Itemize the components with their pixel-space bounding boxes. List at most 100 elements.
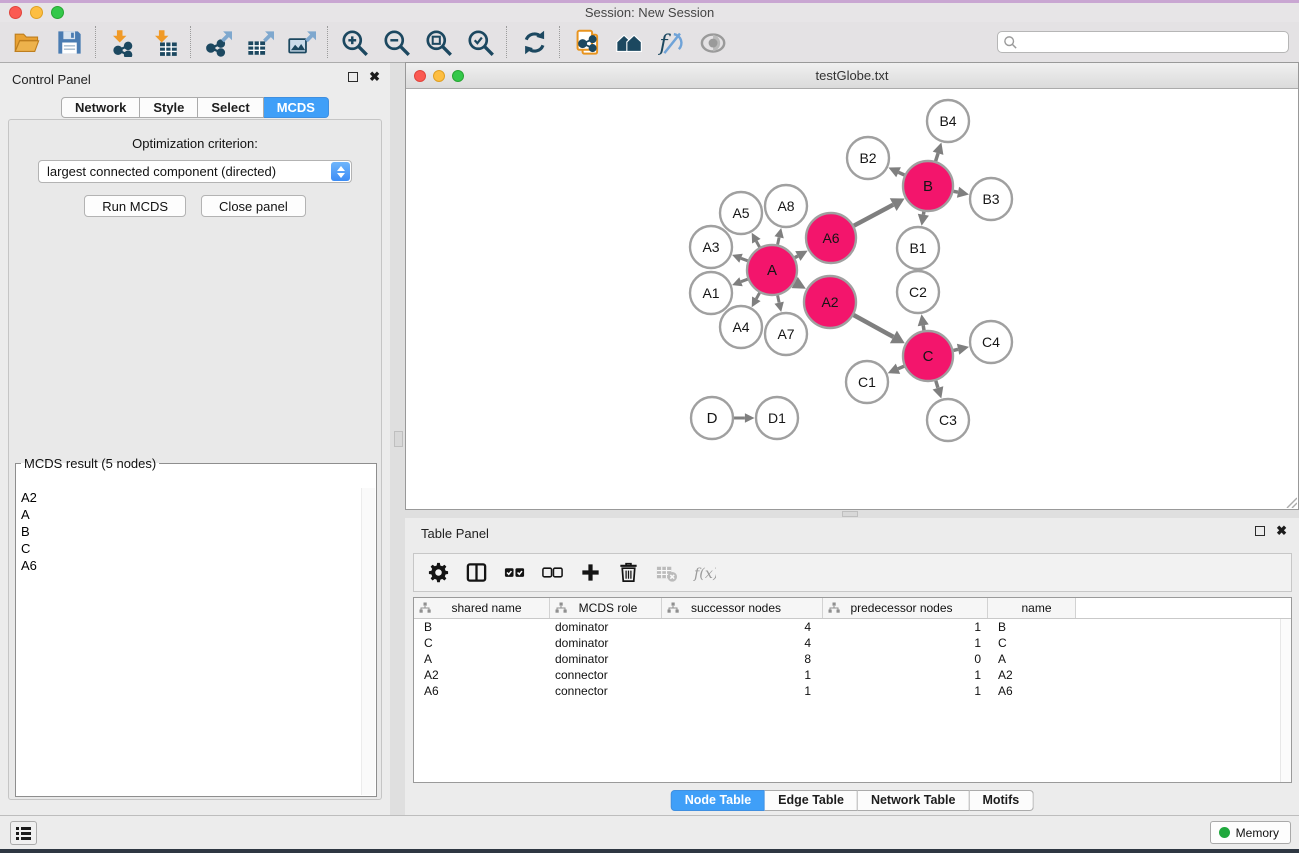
edge-B-B3[interactable] <box>954 191 959 192</box>
table-row[interactable]: Adominator80A <box>414 651 1291 667</box>
edge-A6-B[interactable] <box>854 205 893 226</box>
graph-node-A2[interactable]: A2 <box>804 276 856 328</box>
table-cell[interactable]: 0 <box>823 652 988 666</box>
graph-node-A[interactable]: A <box>747 245 797 295</box>
edge-C-C1[interactable] <box>898 366 904 369</box>
export-network-icon[interactable] <box>196 24 238 60</box>
edge-B-B1[interactable] <box>923 212 924 215</box>
graph-node-A4[interactable]: A4 <box>720 306 762 348</box>
table-row[interactable]: Bdominator41B <box>414 619 1291 635</box>
network-close-button[interactable] <box>414 70 426 82</box>
select-all-icon[interactable] <box>499 558 530 588</box>
zoom-selected-icon[interactable] <box>459 24 501 60</box>
graph-node-C4[interactable]: C4 <box>970 321 1012 363</box>
table-cell[interactable]: 1 <box>823 636 988 650</box>
zoom-in-icon[interactable] <box>333 24 375 60</box>
edge-A-A1[interactable] <box>741 279 748 282</box>
graph-node-B[interactable]: B <box>903 161 953 211</box>
graph-node-C3[interactable]: C3 <box>927 399 969 441</box>
delete-column-icon[interactable] <box>613 558 644 588</box>
table-cell[interactable]: A6 <box>414 684 550 698</box>
export-image-icon[interactable] <box>280 24 322 60</box>
edge-C-C3[interactable] <box>936 381 938 388</box>
tab-network-table[interactable]: Network Table <box>858 790 970 811</box>
table-cell[interactable]: 1 <box>823 620 988 634</box>
search-box[interactable] <box>997 31 1289 53</box>
search-input[interactable] <box>1022 35 1283 49</box>
deselect-all-icon[interactable] <box>537 558 568 588</box>
graphics-details-icon[interactable]: f <box>649 24 691 60</box>
close-panel-icon[interactable]: ✖ <box>369 72 380 82</box>
graph-node-B2[interactable]: B2 <box>847 137 889 179</box>
memory-button[interactable]: Memory <box>1210 821 1291 844</box>
table-row[interactable]: A6connector11A6 <box>414 683 1291 699</box>
table-cell[interactable]: connector <box>550 668 662 682</box>
graph-node-A8[interactable]: A8 <box>765 185 807 227</box>
zoom-window-button[interactable] <box>51 6 64 19</box>
table-cell[interactable]: B <box>414 620 550 634</box>
network-canvas[interactable]: AA1A2A3A4A5A6A7A8BB1B2B3B4CC1C2C3C4DD1 <box>407 90 1297 508</box>
table-cell[interactable]: A2 <box>988 668 1076 682</box>
mcds-result-item[interactable]: A2 <box>21 489 360 506</box>
network-zoom-button[interactable] <box>452 70 464 82</box>
mcds-result-item[interactable]: C <box>21 540 360 557</box>
close-table-panel-icon[interactable]: ✖ <box>1276 526 1287 536</box>
graph-node-A5[interactable]: A5 <box>720 192 762 234</box>
mcds-result-item[interactable]: B <box>21 523 360 540</box>
column-header-shared-name[interactable]: shared name <box>414 598 550 618</box>
graph-node-C1[interactable]: C1 <box>846 361 888 403</box>
graph-node-C[interactable]: C <box>903 331 953 381</box>
minimize-window-button[interactable] <box>30 6 43 19</box>
horizontal-split-handle[interactable] <box>842 511 858 517</box>
edge-B-B4[interactable] <box>936 153 939 161</box>
result-scrollbar[interactable] <box>361 488 375 795</box>
edge-A-A3[interactable] <box>741 258 748 261</box>
table-cell[interactable]: A2 <box>414 668 550 682</box>
resize-grip-icon[interactable] <box>1284 495 1297 508</box>
tab-network[interactable]: Network <box>61 97 140 118</box>
close-panel-button[interactable]: Close panel <box>201 195 306 217</box>
settings-icon[interactable] <box>423 558 454 588</box>
table-cell[interactable]: 8 <box>662 652 823 666</box>
graph-node-A6[interactable]: A6 <box>806 213 856 263</box>
table-cell[interactable]: C <box>988 636 1076 650</box>
vertical-split-handle[interactable] <box>394 431 403 447</box>
tab-select[interactable]: Select <box>198 97 263 118</box>
table-cell[interactable]: dominator <box>550 620 662 634</box>
edge-B-B2[interactable] <box>899 172 905 175</box>
graph-node-D[interactable]: D <box>691 397 733 439</box>
table-scrollbar[interactable] <box>1280 619 1291 782</box>
graph-node-A1[interactable]: A1 <box>690 272 732 314</box>
import-network-icon[interactable] <box>101 24 143 60</box>
refresh-icon[interactable] <box>512 24 554 60</box>
new-network-from-selection-icon[interactable] <box>565 24 607 60</box>
edge-A2-C[interactable] <box>854 315 894 337</box>
graph-node-A7[interactable]: A7 <box>765 313 807 355</box>
table-cell[interactable]: C <box>414 636 550 650</box>
graph-node-D1[interactable]: D1 <box>756 397 798 439</box>
edge-C-C2[interactable] <box>923 325 924 330</box>
graph-node-C2[interactable]: C2 <box>897 271 939 313</box>
mcds-result-item[interactable]: A <box>21 506 360 523</box>
table-cell[interactable]: 1 <box>662 668 823 682</box>
close-window-button[interactable] <box>9 6 22 19</box>
tab-mcds[interactable]: MCDS <box>264 97 329 118</box>
column-header-MCDS-role[interactable]: MCDS role <box>550 598 662 618</box>
table-cell[interactable]: 1 <box>823 668 988 682</box>
split-columns-icon[interactable] <box>461 558 492 588</box>
mcds-result-item[interactable]: A6 <box>21 557 360 574</box>
float-table-panel-icon[interactable] <box>1255 526 1265 536</box>
home-view-icon[interactable] <box>607 24 649 60</box>
table-cell[interactable]: 4 <box>662 620 823 634</box>
column-header-predecessor-nodes[interactable]: predecessor nodes <box>823 598 988 618</box>
tab-style[interactable]: Style <box>140 97 198 118</box>
tab-motifs[interactable]: Motifs <box>969 790 1033 811</box>
table-cell[interactable]: 4 <box>662 636 823 650</box>
open-session-icon[interactable] <box>6 24 48 60</box>
table-row[interactable]: Cdominator41C <box>414 635 1291 651</box>
tab-edge-table[interactable]: Edge Table <box>765 790 858 811</box>
graph-node-B1[interactable]: B1 <box>897 227 939 269</box>
run-mcds-button[interactable]: Run MCDS <box>84 195 186 217</box>
zoom-fit-icon[interactable] <box>417 24 459 60</box>
graph-node-B4[interactable]: B4 <box>927 100 969 142</box>
